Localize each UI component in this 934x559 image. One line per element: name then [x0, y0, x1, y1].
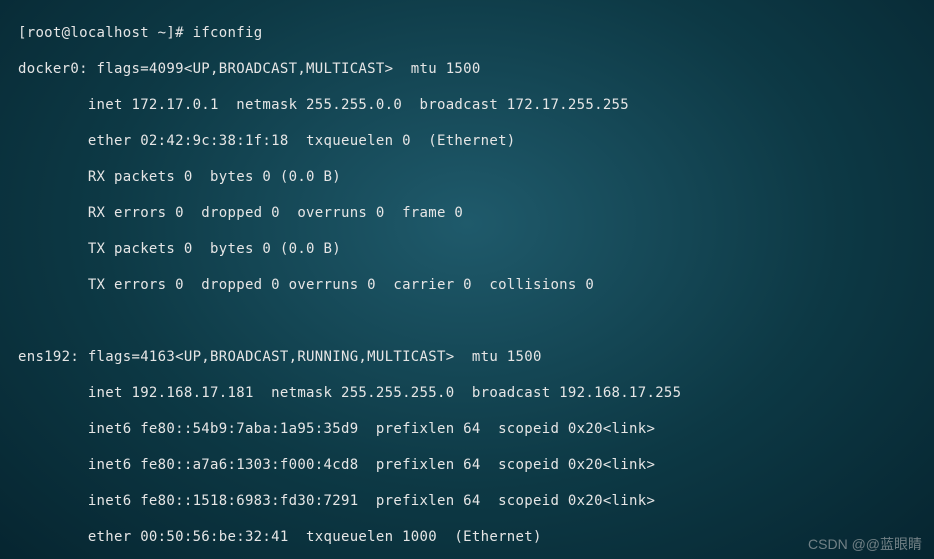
iface-line: TX packets 0 bytes 0 (0.0 B) — [0, 240, 934, 258]
prompt-line: [root@localhost ~]# ifconfig — [0, 24, 934, 42]
iface-line: RX errors 0 dropped 0 overruns 0 frame 0 — [0, 204, 934, 222]
iface-line: inet6 fe80::54b9:7aba:1a95:35d9 prefixle… — [0, 420, 934, 438]
iface-line: inet 192.168.17.181 netmask 255.255.255.… — [0, 384, 934, 402]
iface-line: inet6 fe80::1518:6983:fd30:7291 prefixle… — [0, 492, 934, 510]
iface-line: inet 172.17.0.1 netmask 255.255.0.0 broa… — [0, 96, 934, 114]
iface-line: TX errors 0 dropped 0 overruns 0 carrier… — [0, 276, 934, 294]
shell-prompt: [root@localhost ~]# — [18, 25, 184, 41]
iface-line: ether 02:42:9c:38:1f:18 txqueuelen 0 (Et… — [0, 132, 934, 150]
iface-header-ens192: ens192: flags=4163<UP,BROADCAST,RUNNING,… — [0, 348, 934, 366]
command-text: ifconfig — [193, 25, 263, 41]
iface-line: RX packets 0 bytes 0 (0.0 B) — [0, 168, 934, 186]
iface-line: ether 00:50:56:be:32:41 txqueuelen 1000 … — [0, 528, 934, 546]
blank-line — [0, 312, 934, 330]
iface-header-docker0: docker0: flags=4099<UP,BROADCAST,MULTICA… — [0, 60, 934, 78]
iface-line: inet6 fe80::a7a6:1303:f000:4cd8 prefixle… — [0, 456, 934, 474]
terminal-output[interactable]: [root@localhost ~]# ifconfig docker0: fl… — [0, 0, 934, 559]
